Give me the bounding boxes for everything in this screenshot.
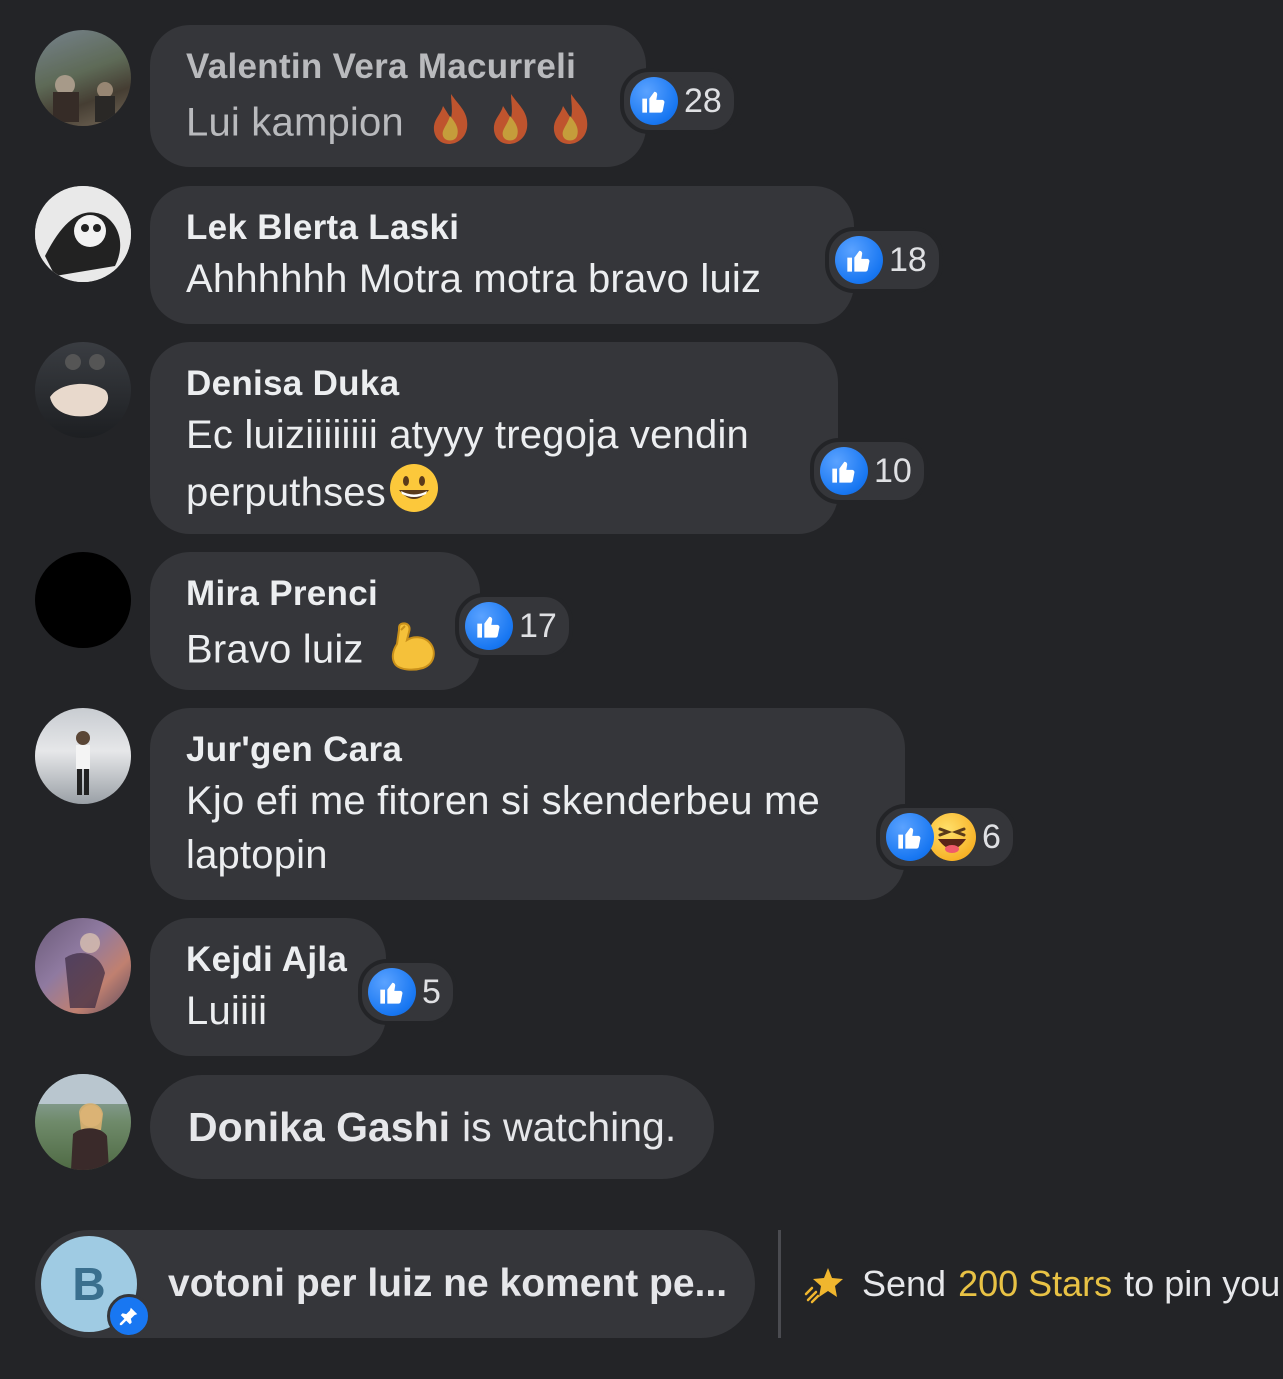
reaction-summary[interactable]: 18 — [825, 227, 943, 293]
comment-text-content: Bravo luiz — [186, 627, 364, 672]
avatar[interactable] — [35, 1074, 131, 1170]
avatar[interactable] — [35, 708, 131, 804]
reaction-summary[interactable]: 17 — [455, 593, 573, 659]
star-icon — [804, 1264, 844, 1304]
avatar[interactable] — [35, 918, 131, 1014]
comment-text: Ahhhhhh Motra motra bravo luiz — [186, 257, 762, 301]
reaction-summary[interactable]: 28 — [620, 68, 738, 134]
comment-text-content: Lui kampion — [186, 100, 404, 145]
like-icon — [886, 813, 934, 861]
like-icon — [820, 447, 868, 495]
reaction-count: 28 — [684, 81, 722, 120]
stars-amount: 200 Stars — [958, 1263, 1113, 1304]
reaction-count: 17 — [519, 606, 557, 645]
commenter-name[interactable]: Jur'gen Cara — [186, 730, 402, 770]
pin-icon — [107, 1294, 151, 1338]
reaction-count: 18 — [889, 240, 927, 279]
comment-text-line: Ec luiziiiiiiii atyyy tregoja vendin — [186, 413, 749, 457]
reaction-count: 6 — [982, 817, 1001, 856]
avatar[interactable] — [35, 30, 131, 126]
comment-bubble: Denisa Duka Ec luiziiiiiiii atyyy tregoj… — [150, 342, 838, 534]
haha-icon — [928, 813, 976, 861]
stars-cta-suffix: to pin you — [1124, 1263, 1281, 1304]
commenter-name[interactable]: Lek Blerta Laski — [186, 208, 459, 248]
comment-bubble: Jur'gen Cara Kjo efi me fitoren si skend… — [150, 708, 905, 900]
watching-suffix: is watching. — [462, 1103, 677, 1150]
like-icon — [465, 602, 513, 650]
send-stars-button[interactable]: Send 200 Stars to pin you — [804, 1230, 1280, 1338]
commenter-name[interactable]: Valentin Vera Macurreli — [186, 47, 576, 87]
commenter-name[interactable]: Mira Prenci — [186, 574, 378, 614]
pinned-message[interactable]: B votoni per luiz ne koment pe... — [35, 1230, 755, 1338]
comment-text-line: laptopin — [186, 833, 328, 877]
live-comments-panel: Valentin Vera Macurreli Lui kampion 28 L… — [0, 0, 1283, 1379]
comment-bubble: Kejdi Ajla Luiiii — [150, 918, 386, 1056]
grinning-emoji-icon — [388, 462, 440, 528]
like-icon — [368, 968, 416, 1016]
comment-text-line: Kjo efi me fitoren si skenderbeu me — [186, 779, 820, 823]
flexed-biceps-emoji-icon — [387, 618, 441, 686]
watching-notice: Donika Gashi is watching. — [150, 1075, 715, 1179]
comment-bubble: Lek Blerta Laski Ahhhhhh Motra motra bra… — [150, 186, 854, 324]
like-icon — [630, 77, 678, 125]
reaction-summary[interactable]: 6 — [876, 804, 1017, 870]
avatar[interactable] — [35, 186, 131, 282]
reaction-count: 10 — [874, 451, 912, 490]
reaction-summary[interactable]: 10 — [810, 438, 928, 504]
reaction-summary[interactable]: 5 — [358, 959, 457, 1025]
comment-bubble: Valentin Vera Macurreli Lui kampion — [150, 25, 646, 167]
avatar[interactable] — [35, 342, 131, 438]
commenter-name[interactable]: Denisa Duka — [186, 364, 399, 404]
watcher-name[interactable]: Donika Gashi — [188, 1104, 450, 1151]
stars-cta-prefix: Send — [862, 1263, 947, 1304]
avatar[interactable] — [35, 552, 131, 648]
reaction-count: 5 — [422, 972, 441, 1011]
comment-text-line: perputhses — [186, 462, 440, 528]
like-icon — [835, 236, 883, 284]
commenter-name[interactable]: Kejdi Ajla — [186, 940, 347, 980]
comment-text: Luiiii — [186, 989, 268, 1033]
comment-text-content: perputhses — [186, 470, 386, 515]
divider — [778, 1230, 781, 1338]
fire-emoji-icon — [429, 90, 609, 160]
comment-bubble: Mira Prenci Bravo luiz — [150, 552, 480, 690]
comment-text: Bravo luiz — [186, 618, 441, 686]
comment-text: Lui kampion — [186, 90, 609, 160]
pinned-text: votoni per luiz ne koment pe... — [168, 1262, 728, 1305]
pinned-avatar-letter: B — [72, 1258, 106, 1310]
